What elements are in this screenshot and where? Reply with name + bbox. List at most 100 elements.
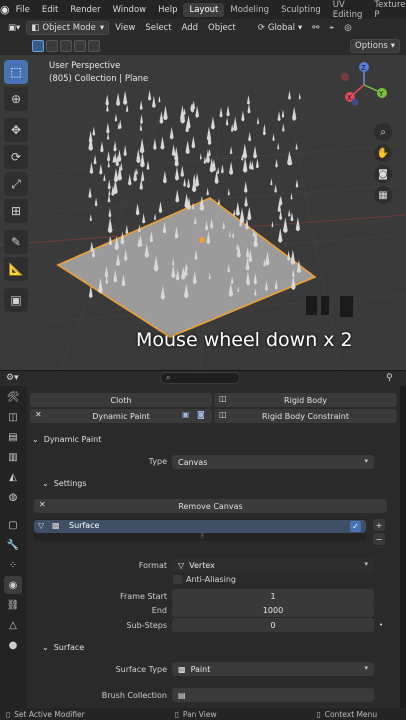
cloth-button[interactable]: Cloth [30, 393, 212, 407]
list-resize-handle[interactable]: ⠿ [200, 533, 204, 540]
properties-search-input[interactable]: ⌕ [160, 372, 240, 384]
surface-list[interactable]: ▽ ▩ Surface ✓ ⠿ [34, 519, 366, 541]
surface-type-dropdown[interactable]: ▩ Paint ▾ [172, 662, 374, 676]
keyframe-dot-icon[interactable]: • [379, 621, 383, 629]
rigid-body-constraint-button[interactable]: ◫ Rigid Body Constraint [214, 409, 397, 423]
frame-start-field[interactable]: 1 [172, 589, 374, 603]
menu-file[interactable]: File [10, 5, 36, 15]
menu-render[interactable]: Render [64, 5, 106, 15]
settings-section-header[interactable]: ⌄ Settings [42, 479, 87, 488]
select-mode-extend-icon[interactable] [46, 40, 58, 52]
select-mode-intersect-icon[interactable] [88, 40, 100, 52]
menu-select[interactable]: Select [141, 21, 175, 35]
material-tab-icon[interactable]: ● [4, 636, 22, 654]
properties-editor-icon[interactable]: ⚙▾ [6, 373, 19, 383]
snap-icon[interactable]: ⌖ [325, 21, 338, 35]
paint-icon: ▩ [178, 664, 186, 674]
anti-aliasing-checkbox[interactable] [173, 575, 182, 584]
navigation-gizmo[interactable]: Z Y X [341, 62, 387, 106]
tool-tab-icon[interactable]: 🛠 [4, 388, 22, 406]
frame-start-label: Frame Start [119, 592, 167, 601]
pin-icon[interactable]: ⚲ [386, 373, 393, 383]
data-tab-icon[interactable]: △ [4, 616, 22, 634]
menu-view[interactable]: View [111, 21, 139, 35]
move-tool-icon[interactable]: ✥ [4, 118, 28, 142]
render-tab-icon[interactable]: ◫ [4, 408, 22, 426]
hand-icon: ✋ [374, 144, 392, 162]
blender-logo-icon[interactable]: ◉ [0, 0, 10, 19]
end-field[interactable]: 1000 [172, 603, 374, 617]
workspace-tab-layout[interactable]: Layout [183, 2, 225, 17]
output-tab-icon[interactable]: ▤ [4, 428, 22, 446]
select-mode-new-icon[interactable] [32, 40, 44, 52]
remove-canvas-button[interactable]: ✕ Remove Canvas [34, 499, 387, 513]
menu-object[interactable]: Object [204, 21, 240, 35]
rain-drop-particle [185, 140, 190, 154]
workspace-tab-modeling[interactable]: Modeling [224, 3, 275, 17]
chevron-down-icon: ▾ [364, 664, 368, 672]
render-display-icon[interactable]: ◙ [197, 410, 205, 419]
dynamic-paint-section-header[interactable]: ⌄ Dynamic Paint [32, 435, 101, 444]
proportional-edit-icon[interactable]: ◎ [340, 21, 355, 35]
transform-orientation-dropdown[interactable]: ⟳ Global ▾ [254, 21, 307, 35]
menu-add[interactable]: Add [178, 21, 202, 35]
camera-view-button[interactable]: ◙ [374, 165, 392, 183]
format-dropdown-value: Vertex [189, 560, 215, 570]
editor-type-icon[interactable]: ▣▾ [4, 21, 24, 35]
format-dropdown[interactable]: ▽ Vertex ▾ [172, 558, 374, 572]
rain-drop-particle [290, 249, 296, 265]
select-mode-subtract-icon[interactable] [60, 40, 72, 52]
menu-edit[interactable]: Edit [36, 5, 64, 15]
rain-drop-particle [163, 105, 168, 121]
add-surface-button[interactable]: + [373, 519, 385, 531]
options-dropdown[interactable]: Options ▾ [350, 39, 401, 53]
dynamic-paint-button[interactable]: ✕ Dynamic Paint ▣ ◙ [30, 409, 212, 423]
brush-collection-field[interactable]: ▤ [172, 688, 374, 702]
annotate-tool-icon[interactable]: ✎ [4, 230, 28, 254]
zoom-button[interactable]: ⌕ [374, 123, 392, 141]
surface-active-checkbox[interactable]: ✓ [350, 521, 361, 532]
rain-drop-particle [183, 177, 186, 187]
select-mode-invert-icon[interactable] [74, 40, 86, 52]
surface-list-item[interactable]: ▽ ▩ Surface ✓ [34, 520, 366, 533]
close-icon[interactable]: ✕ [35, 410, 42, 419]
measure-tool-icon[interactable]: 📐 [4, 257, 28, 281]
surface-section-header[interactable]: ⌄ Surface [42, 643, 84, 652]
workspace-tab-sculpting[interactable]: Sculpting [275, 3, 327, 17]
pivot-icon[interactable]: ⚯ [308, 21, 323, 35]
substeps-field[interactable]: 0 [172, 618, 374, 632]
object-tab-icon[interactable]: ▢ [4, 516, 22, 534]
rigid-body-button[interactable]: ◫ Rigid Body [214, 393, 397, 407]
viewport-display-icon[interactable]: ▣ [182, 410, 190, 419]
scale-tool-icon[interactable]: ⤢ [4, 172, 28, 196]
pan-button[interactable]: ✋ [374, 144, 392, 162]
modifier-tab-icon[interactable]: 🔧 [4, 536, 22, 554]
view-layer-tab-icon[interactable]: ▥ [4, 448, 22, 466]
mode-selector[interactable]: ◧ Object Mode ▾ [26, 21, 110, 35]
rain-drop-particle [225, 117, 229, 126]
type-dropdown[interactable]: Canvas ▾ [172, 455, 374, 469]
rain-drop-particle [227, 188, 230, 196]
transform-tool-icon[interactable]: ⊞ [4, 199, 28, 223]
rain-drop-particle [243, 181, 248, 193]
remove-surface-button[interactable]: − [373, 533, 385, 545]
view-name: User Perspective [49, 61, 121, 71]
menu-help[interactable]: Help [152, 5, 183, 15]
select-box-tool-icon[interactable]: ⬚ [4, 60, 28, 84]
status-right: Context Menu [324, 709, 378, 719]
rain-drop-particle [195, 105, 200, 118]
world-tab-icon[interactable]: ◍ [4, 488, 22, 506]
3d-viewport[interactable]: Z Y X User Perspective (805) Collection … [0, 55, 406, 370]
anti-aliasing-toggle[interactable]: Anti-Aliasing [173, 575, 236, 584]
rain-drop-particle [219, 107, 223, 118]
add-cube-tool-icon[interactable]: ▣ [4, 288, 28, 312]
constraints-tab-icon[interactable]: ⛓ [4, 596, 22, 614]
perspective-toggle-button[interactable]: ▦ [374, 186, 392, 204]
particles-tab-icon[interactable]: ⁘ [4, 556, 22, 574]
cursor-tool-icon[interactable]: ⊕ [4, 87, 28, 111]
rotate-tool-icon[interactable]: ⟳ [4, 145, 28, 169]
menu-window[interactable]: Window [107, 5, 153, 15]
scene-tab-icon[interactable]: ◭ [4, 468, 22, 486]
rain-drop-particle [146, 160, 150, 170]
physics-tab-icon[interactable]: ◉ [4, 576, 22, 594]
